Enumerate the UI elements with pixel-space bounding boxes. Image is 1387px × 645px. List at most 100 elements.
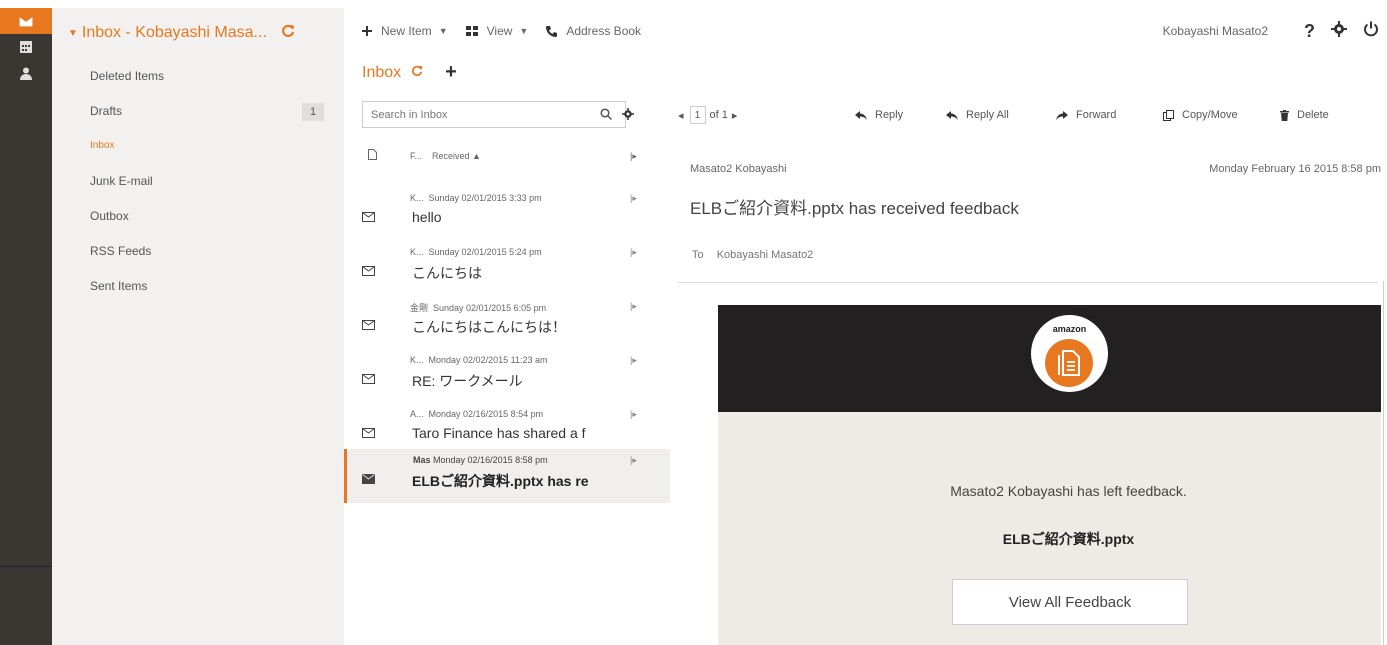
feedback-text: Masato2 Kobayashi has left feedback. [950,483,1187,499]
message-sender: 金剛 [410,303,429,313]
message-date: Monday 02/16/2015 8:58 pm [433,455,548,465]
folder-drafts[interactable]: Drafts 1 [52,93,344,128]
from-column-header[interactable]: F... [410,151,422,161]
message-sender: K... [410,247,424,257]
flag-icon[interactable]: |▸ [630,455,637,466]
message-date: Sunday 02/01/2015 3:33 pm [428,193,542,203]
flag-icon[interactable]: |▸ [630,355,637,366]
page-input[interactable]: 1 [689,106,706,124]
message-row-selected[interactable]: Mas Monday 02/16/2015 8:58 pm |▸ ELBご紹介資… [344,449,670,503]
mailbox-header[interactable]: ▼ Inbox - Kobayashi Masa... [52,8,344,58]
unread-count-badge: 1 [302,103,324,121]
reply-all-button[interactable]: Reply All [946,109,1009,121]
folder-label: Junk E-mail [90,173,153,188]
folder-inbox[interactable]: Inbox [52,128,344,163]
folder-label: Sent Items [90,278,148,293]
tab-inbox[interactable]: Inbox [362,64,423,82]
folder-sent-items[interactable]: Sent Items [52,268,344,303]
folder-label: RSS Feeds [90,243,152,258]
flag-icon[interactable]: |▸ [630,409,637,420]
message-subject: ELBご紹介資料.pptx has re [412,473,589,489]
phone-icon [546,25,558,37]
message-meta: K... Sunday 02/01/2015 3:33 pm [410,193,542,203]
user-area: Kobayashi Masato2 ? [1163,8,1379,54]
gear-icon[interactable] [1331,20,1347,42]
flag-header-icon: |▸ [630,151,637,161]
message-subject: hello [412,209,442,225]
folder-rss-feeds[interactable]: RSS Feeds [52,233,344,268]
next-page-icon[interactable]: ▸ [732,109,738,122]
recipient-name[interactable]: Kobayashi Masato2 [717,249,814,261]
caret-down-icon: ▼ [68,27,78,39]
search-input[interactable] [362,101,626,128]
message-sender: K... [410,193,424,203]
top-toolbar: New Item ▼ View ▼ Address Book Kobayashi… [344,8,1387,54]
message-meta: K... Monday 02/02/2015 11:23 am [410,355,547,365]
header-divider [678,282,1378,283]
search-options-gear-icon[interactable] [622,107,634,125]
delete-button[interactable]: Delete [1280,109,1329,121]
folder-deleted-items[interactable]: Deleted Items [52,58,344,93]
message-row[interactable]: 金剛 Sunday 02/01/2015 6:05 pm |▸ こんにちはこんに… [344,295,670,349]
user-name[interactable]: Kobayashi Masato2 [1163,24,1268,38]
mail-app-button[interactable] [0,8,52,34]
refresh-icon[interactable] [281,24,295,43]
help-icon[interactable]: ? [1304,21,1315,42]
address-book-button[interactable]: Address Book [546,24,641,38]
logo-wordmark: amazon [1052,324,1087,334]
add-tab-button[interactable]: + [445,61,457,84]
reply-all-label: Reply All [966,109,1009,121]
message-meta: Mas Monday 02/16/2015 8:58 pm [413,455,548,465]
view-all-feedback-button[interactable]: View All Feedback [952,579,1188,625]
view-label: View [486,24,513,38]
copy-move-label: Copy/Move [1182,109,1238,121]
message-date: Monday 02/02/2015 11:23 am [428,355,548,365]
flag-icon[interactable]: |▸ [630,247,637,258]
new-item-button[interactable]: New Item ▼ [362,24,448,38]
envelope-open-icon [362,371,375,389]
app-rail [0,8,52,645]
received-header-label: Received [432,151,470,161]
message-sender: Mas [413,455,431,465]
flag-icon[interactable]: |▸ [630,193,637,204]
message-meta: K... Sunday 02/01/2015 5:24 pm [410,247,542,257]
folder-label: Deleted Items [90,68,165,83]
received-column-header[interactable]: Received ▲ [432,151,481,161]
prev-page-icon[interactable]: ◂ [678,109,684,122]
mail-icon [19,15,33,27]
trash-icon [1280,109,1289,121]
reply-label: Reply [875,109,904,121]
envelope-closed-icon [362,471,375,489]
list-header: F... Received ▲ |▸ [344,143,670,169]
message-subject: Taro Finance has shared a f [412,425,586,441]
folder-junk-email[interactable]: Junk E-mail [52,163,344,198]
reading-toolbar: ◂ 1 of 1 ▸ Reply Reply All Forward Copy/… [670,101,1387,129]
forward-button[interactable]: Forward [1056,109,1116,121]
email-body: amazon Masato2 Kobayashi has left feedba… [718,305,1381,645]
scrollbar[interactable] [1383,281,1387,645]
calendar-app-button[interactable] [0,34,52,60]
caret-down-icon: ▼ [519,26,529,36]
view-button[interactable]: View ▼ [465,24,529,38]
search-icon[interactable] [600,107,613,125]
folder-outbox[interactable]: Outbox [52,198,344,233]
message-from[interactable]: Masato2 Kobayashi [690,163,787,175]
power-icon[interactable] [1363,21,1379,42]
message-row[interactable]: K... Monday 02/02/2015 11:23 am |▸ RE: ワ… [344,349,670,403]
pager: ◂ 1 of 1 ▸ [678,106,737,124]
message-row[interactable]: K... Sunday 02/01/2015 3:33 pm |▸ hello [344,187,670,241]
forward-icon [1056,110,1068,120]
message-date: Sunday 02/01/2015 5:24 pm [428,247,542,257]
email-banner: amazon [718,305,1381,412]
reply-button[interactable]: Reply [855,109,903,121]
copy-move-button[interactable]: Copy/Move [1163,109,1238,121]
folder-label: Drafts [90,103,123,118]
refresh-icon[interactable] [411,64,423,82]
message-sender: A... [410,409,424,419]
message-row[interactable]: K... Sunday 02/01/2015 5:24 pm |▸ こんにちは [344,241,670,295]
calendar-icon [20,41,32,53]
feedback-file-name: ELBご紹介資料.pptx [1002,531,1135,547]
message-subject: RE: ワークメール [412,373,523,389]
contacts-app-button[interactable] [0,60,52,86]
flag-icon[interactable]: |▸ [630,301,637,312]
